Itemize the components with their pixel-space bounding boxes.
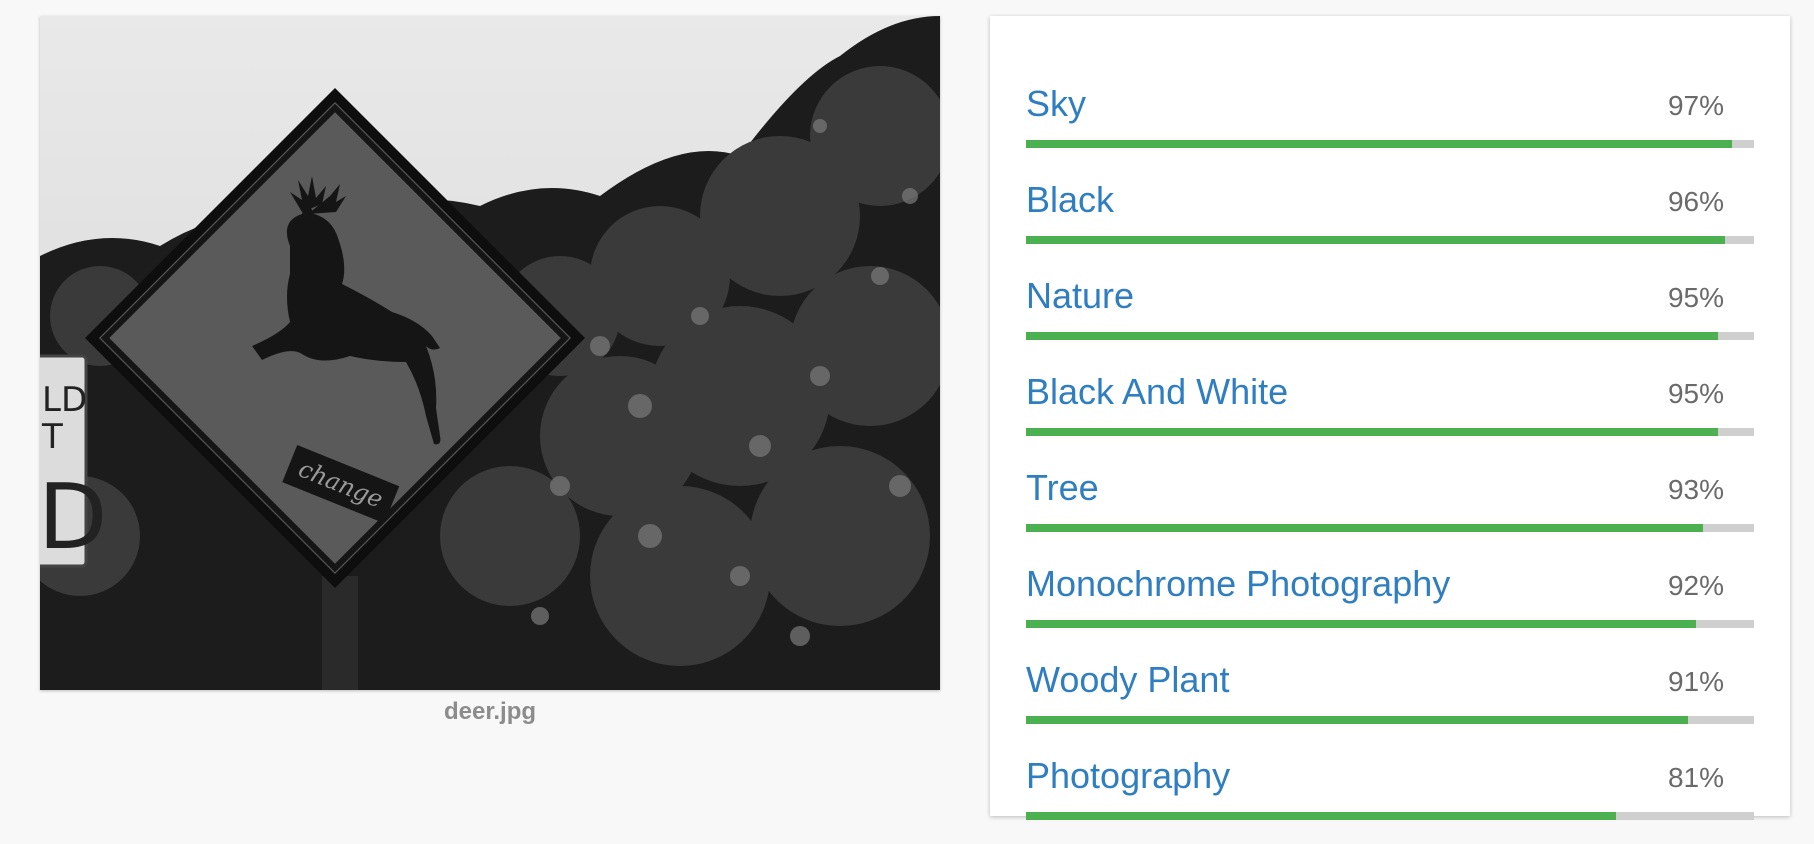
labels-card: Sky 97% Black 96% Nature 95% Black And White 95…: [990, 16, 1790, 820]
analyzed-photo: LD T D change: [40, 16, 940, 690]
label-percent: 95%: [1667, 378, 1724, 409]
label-name: Sky: [1026, 83, 1087, 124]
label-row: Black And White 95%: [1026, 358, 1754, 454]
label-row: Nature 95%: [1026, 262, 1754, 358]
labels-list: Sky 97% Black 96% Nature 95% Black And White 95…: [1026, 70, 1754, 838]
score-bar-fill: [1026, 332, 1718, 340]
label-row: Photography 81%: [1026, 742, 1754, 838]
label-row: Tree 93%: [1026, 454, 1754, 550]
label-name: Nature: [1026, 275, 1135, 316]
score-bar-track: [1026, 428, 1754, 436]
label-name: Monochrome Photography: [1026, 563, 1451, 604]
score-bar-track: [1026, 524, 1754, 532]
label-percent: 81%: [1667, 762, 1724, 793]
score-bar-track: [1026, 812, 1754, 820]
side-sign-line-3: D: [40, 465, 107, 570]
label-percent: 95%: [1667, 282, 1724, 313]
score-bar-track: [1026, 332, 1754, 340]
label-row: Woody Plant 91%: [1026, 646, 1754, 742]
score-bar-fill: [1026, 620, 1696, 628]
label-name: Woody Plant: [1026, 659, 1230, 700]
label-name: Black And White: [1026, 371, 1289, 412]
label-name: Black: [1026, 179, 1115, 220]
label-row: Sky 97%: [1026, 70, 1754, 166]
label-percent: 97%: [1667, 90, 1724, 121]
label-row: Monochrome Photography 92%: [1026, 550, 1754, 646]
score-bar-fill: [1026, 428, 1718, 436]
label-name: Photography: [1026, 755, 1231, 796]
score-bar-fill: [1026, 716, 1689, 724]
score-bar-fill: [1026, 236, 1725, 244]
image-filename: deer.jpg: [443, 698, 537, 725]
score-bar-fill: [1026, 524, 1704, 532]
score-bar-track: [1026, 620, 1754, 628]
label-row: Black 96%: [1026, 166, 1754, 262]
score-bar-track: [1026, 236, 1754, 244]
side-sign-line-2: T: [41, 417, 63, 457]
label-percent: 92%: [1667, 570, 1724, 601]
label-percent: 93%: [1667, 474, 1724, 505]
deer-crossing-photo: LD T D change: [40, 16, 940, 690]
score-bar-track: [1026, 716, 1754, 724]
label-name: Tree: [1026, 467, 1099, 508]
score-bar-fill: [1026, 140, 1733, 148]
score-bar-fill: [1026, 812, 1616, 820]
label-percent: 91%: [1667, 666, 1724, 697]
label-percent: 96%: [1667, 186, 1724, 217]
side-sign-line-1: LD: [42, 380, 87, 420]
score-bar-track: [1026, 140, 1754, 148]
sign-post: [322, 576, 358, 690]
